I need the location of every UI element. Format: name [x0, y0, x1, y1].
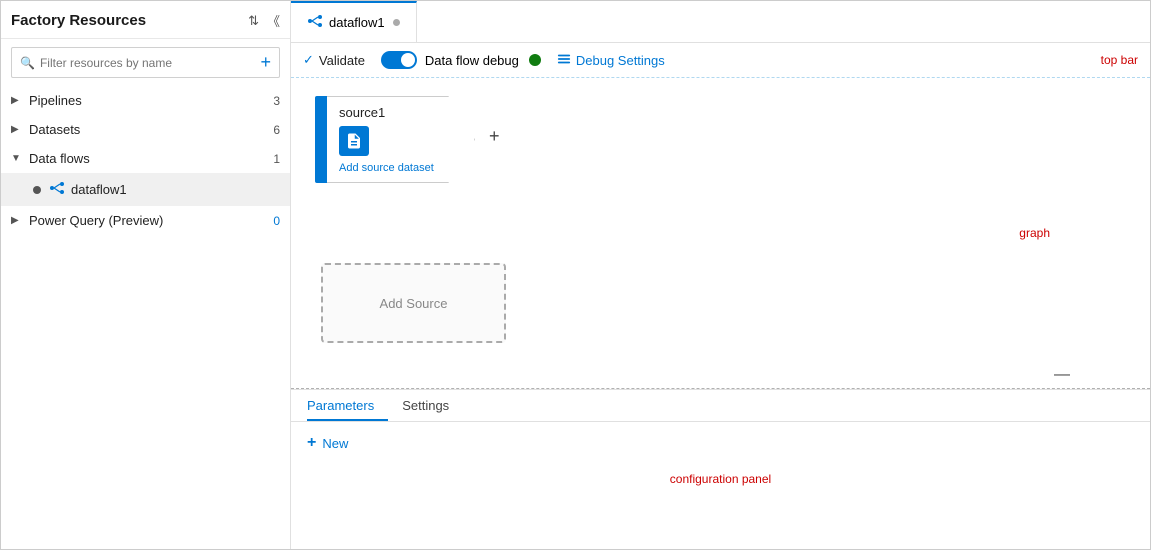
tab-dataflow1[interactable]: dataflow1: [291, 1, 417, 42]
dataflow-icon: [49, 180, 65, 199]
tab-bar: dataflow1: [291, 1, 1150, 43]
sidebar-item-powerquery[interactable]: ▶ Power Query (Preview) 0: [1, 206, 290, 235]
sidebar-item-count: 3: [273, 94, 280, 108]
add-transformation-button[interactable]: +: [489, 126, 500, 147]
config-panel: Parameters Settings + New configuration …: [291, 389, 1150, 549]
source-node-body: source1 Add source dataset: [327, 96, 475, 183]
top-bar-annotation: top bar: [1101, 53, 1138, 67]
sidebar: Factory Resources ⇅ 《 🔍 + ▶ Pipelines 3 …: [1, 1, 291, 549]
sidebar-item-count: 6: [273, 123, 280, 137]
graph-annotation: graph: [1019, 226, 1050, 240]
tab-label: dataflow1: [329, 15, 385, 30]
validate-button[interactable]: ✓ Validate: [303, 52, 365, 68]
collapse-sidebar-icon[interactable]: 《: [267, 11, 280, 30]
main-content: dataflow1 ✓ Validate Data flow debug: [291, 1, 1150, 549]
sidebar-item-label: dataflow1: [71, 182, 280, 197]
sidebar-item-count: 0: [273, 214, 280, 228]
tab-settings-label: Settings: [402, 398, 449, 413]
sidebar-item-label: Datasets: [29, 122, 273, 137]
sidebar-item-label: Data flows: [29, 151, 273, 166]
active-dot-icon: [33, 186, 41, 194]
source-node[interactable]: source1 Add source dataset: [315, 96, 475, 183]
add-source-button[interactable]: Add Source: [321, 263, 506, 343]
debug-settings-button[interactable]: Debug Settings: [557, 52, 665, 69]
chevron-right-icon: ▶: [11, 95, 21, 106]
tab-parameters[interactable]: Parameters: [307, 390, 388, 421]
resize-handle[interactable]: —: [1054, 366, 1070, 384]
graph-area: source1 Add source dataset + Add Source: [291, 78, 1150, 389]
tab-dataflow-icon: [307, 13, 323, 32]
sidebar-item-dataflow1[interactable]: dataflow1: [1, 173, 290, 206]
tab-settings[interactable]: Settings: [402, 390, 463, 421]
sidebar-item-pipelines[interactable]: ▶ Pipelines 3: [1, 86, 290, 115]
sidebar-nav: ▶ Pipelines 3 ▶ Datasets 6 ▼ Data flows …: [1, 86, 290, 549]
tab-modified-dot: [393, 19, 400, 26]
plus-icon: +: [307, 434, 316, 452]
source-node-title: source1: [339, 105, 434, 120]
config-panel-annotation: configuration panel: [307, 472, 1134, 486]
search-icon: 🔍: [20, 56, 35, 70]
search-bar: 🔍 +: [11, 47, 280, 78]
new-button-label: New: [322, 436, 348, 451]
sidebar-header: Factory Resources ⇅ 《: [1, 1, 290, 39]
add-source-dataset-link[interactable]: Add source dataset: [339, 162, 434, 174]
config-tab-bar: Parameters Settings: [291, 390, 1150, 422]
debug-settings-icon: [557, 52, 571, 69]
validate-label: Validate: [319, 53, 365, 68]
sidebar-title: Factory Resources: [11, 12, 146, 29]
toolbar: ✓ Validate Data flow debug Debug Setting…: [291, 43, 1150, 78]
tab-parameters-label: Parameters: [307, 398, 374, 413]
sidebar-item-label: Pipelines: [29, 93, 273, 108]
collapse-all-icon[interactable]: ⇅: [248, 13, 259, 29]
source-node-bar: [315, 96, 327, 183]
source-node-icon: [339, 126, 369, 156]
debug-settings-label: Debug Settings: [576, 53, 665, 68]
debug-toggle-label: Data flow debug: [425, 53, 519, 68]
add-source-label: Add Source: [380, 296, 448, 311]
new-parameter-button[interactable]: + New: [307, 434, 1134, 452]
data-flow-debug-toggle[interactable]: Data flow debug: [381, 51, 541, 69]
debug-toggle-switch[interactable]: [381, 51, 417, 69]
check-icon: ✓: [303, 52, 314, 68]
sidebar-header-actions: ⇅ 《: [248, 11, 280, 30]
search-input[interactable]: [40, 56, 255, 70]
chevron-right-icon: ▶: [11, 124, 21, 135]
chevron-down-icon: ▼: [11, 153, 21, 164]
chevron-right-icon: ▶: [11, 215, 21, 226]
sidebar-item-count: 1: [273, 152, 280, 166]
sidebar-item-dataflows[interactable]: ▼ Data flows 1: [1, 144, 290, 173]
config-content: + New configuration panel: [291, 422, 1150, 549]
sidebar-item-label: Power Query (Preview): [29, 213, 273, 228]
add-resource-icon[interactable]: +: [254, 52, 271, 73]
sidebar-item-datasets[interactable]: ▶ Datasets 6: [1, 115, 290, 144]
debug-status-indicator: [529, 54, 541, 66]
